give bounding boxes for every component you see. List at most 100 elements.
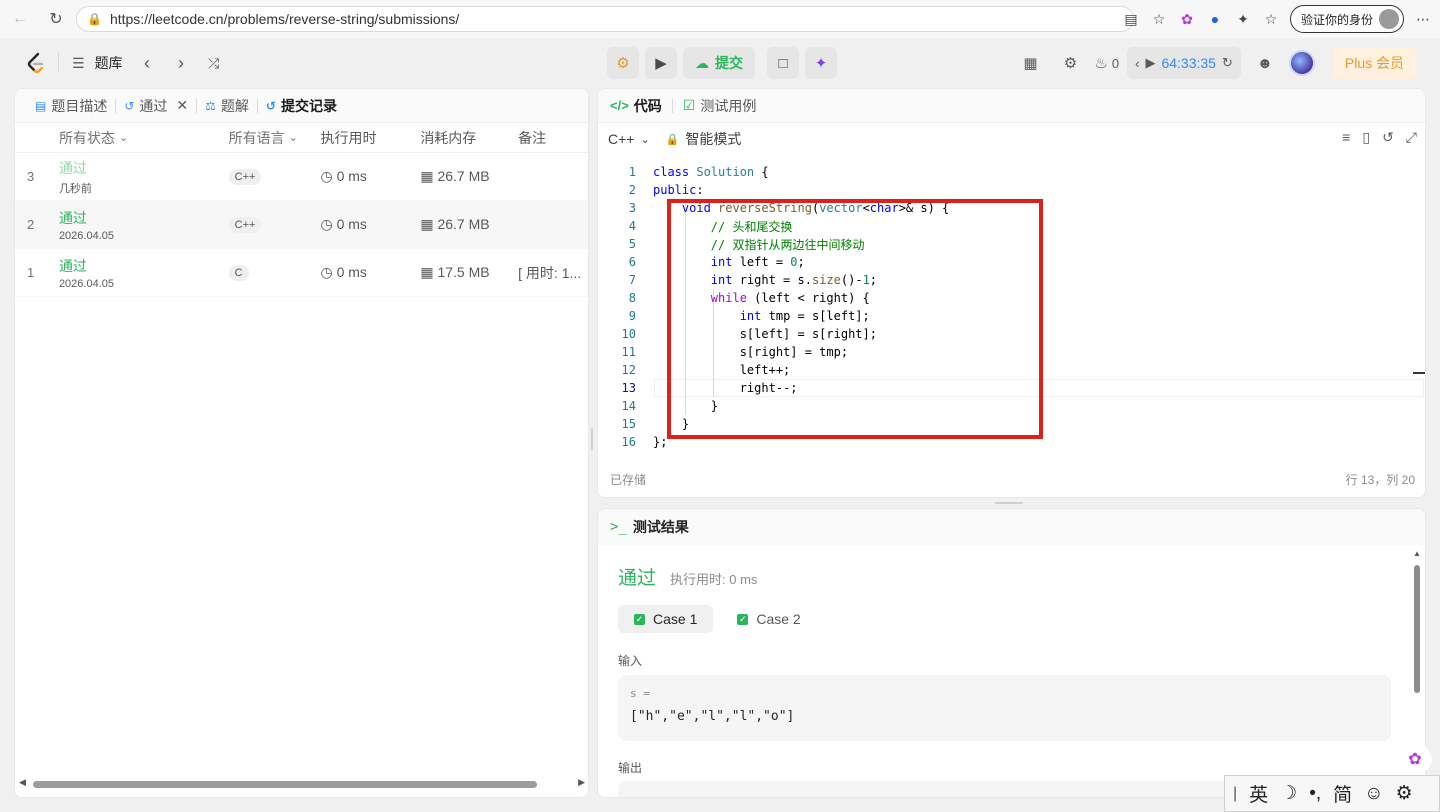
problem-bank-link[interactable]: ☰ 题库: [72, 53, 123, 73]
scroll-left-icon[interactable]: ◀: [19, 777, 26, 788]
table-row[interactable]: 1 通过 2026.04.05 C ◷ 0 ms ▦ 17.5 MB [ 用时:…: [15, 249, 588, 297]
prev-problem-icon[interactable]: ‹: [144, 53, 150, 73]
scrollbar-thumb[interactable]: [1414, 565, 1420, 693]
ime-drag-handle-icon[interactable]: |: [1233, 785, 1237, 803]
ai-assist-button[interactable]: ✦: [805, 47, 837, 79]
add-friend-icon[interactable]: ☻: [1249, 47, 1281, 79]
streak-counter[interactable]: ♨ 0: [1094, 47, 1119, 79]
scroll-up-icon[interactable]: ▲: [1413, 549, 1421, 558]
case-2-tab[interactable]: ✓ Case 2: [721, 605, 816, 633]
tab-passed[interactable]: ↺ 通过 ✕: [116, 89, 196, 123]
verify-identity-button[interactable]: 验证你的身份: [1289, 5, 1404, 33]
leetcode-logo-icon[interactable]: [25, 52, 47, 74]
layout-grid-icon[interactable]: ▦: [1014, 47, 1046, 79]
submissions-panel: ▤ 题目描述 ↺ 通过 ✕ ⚖ 题解 ↺ 提交记录 所有状态 ⌄ 所有语言 ⌄ …: [14, 88, 589, 798]
close-tab-icon[interactable]: ✕: [176, 97, 188, 114]
scrollbar-thumb[interactable]: [33, 781, 537, 788]
shuffle-icon[interactable]: ⤮: [208, 53, 219, 73]
messenger-extension-icon[interactable]: ●: [1206, 10, 1224, 28]
address-bar[interactable]: 🔒 https://leetcode.cn/problems/reverse-s…: [76, 6, 1134, 32]
row-index: 3: [27, 169, 35, 184]
line-number: 6: [628, 255, 636, 269]
brain-extension-icon[interactable]: ✿: [1178, 10, 1196, 28]
ime-language-toggle[interactable]: 英: [1249, 780, 1268, 807]
submit-label: 提交: [715, 55, 743, 71]
debug-button[interactable]: ⚙: [607, 47, 639, 79]
line-number: 4: [628, 219, 636, 233]
tab-code[interactable]: </> 代码: [610, 89, 662, 123]
tab-submissions[interactable]: ↺ 提交记录: [258, 89, 345, 123]
ime-script-toggle[interactable]: 简: [1333, 780, 1352, 807]
result-title: 测试结果: [632, 519, 689, 535]
status-filter[interactable]: 所有状态 ⌄: [59, 128, 229, 148]
tab-testcase-label: 测试用例: [700, 97, 757, 114]
format-lines-icon[interactable]: ≡: [1342, 129, 1350, 146]
result-header: >_ 测试结果: [598, 509, 1425, 545]
expand-icon[interactable]: ⤢: [1406, 129, 1417, 146]
status-text[interactable]: 通过: [59, 256, 229, 276]
case-1-tab[interactable]: ✓ Case 1: [618, 605, 714, 633]
case-1-label: Case 1: [653, 611, 698, 627]
emoji-icon[interactable]: ☺: [1364, 783, 1383, 805]
settings-gear-icon[interactable]: ⚙: [1054, 47, 1086, 79]
status-text[interactable]: 通过: [59, 208, 229, 228]
notes-button[interactable]: □: [767, 47, 799, 79]
runtime-value: 0 ms: [336, 168, 367, 184]
status-text[interactable]: 通过: [59, 158, 229, 178]
reload-icon[interactable]: ↻: [44, 7, 68, 31]
reader-icon[interactable]: ▤: [1122, 10, 1140, 28]
profile-avatar: [1379, 9, 1399, 29]
plus-membership-button[interactable]: Plus 会员: [1332, 47, 1416, 79]
row-memory: ▦ 17.5 MB: [420, 264, 518, 281]
row-index: 2: [27, 217, 35, 232]
input-box: s = ["h","e","l","l","o"]: [618, 675, 1391, 741]
list-indent-icon: ☰: [72, 54, 85, 71]
panel-resize-handle[interactable]: [995, 502, 1023, 504]
line-code: public:: [653, 183, 704, 197]
next-problem-icon[interactable]: ›: [178, 53, 184, 73]
smart-mode-toggle[interactable]: 🔒 智能模式: [666, 129, 742, 149]
code-tab-bar: </> 代码 ☑ 测试用例: [598, 89, 1425, 123]
timer-collapse-icon[interactable]: ‹: [1135, 56, 1139, 71]
editor-status-bar: 已存储 行 13，列 20: [598, 461, 1425, 497]
punctuation-icon[interactable]: •,: [1309, 783, 1321, 805]
floating-ai-brain-icon[interactable]: ✿: [1398, 744, 1432, 774]
memory-value: 26.7 MB: [437, 216, 490, 232]
chevron-down-icon: ⌄: [118, 132, 129, 144]
tab-solutions[interactable]: ⚖ 题解: [197, 89, 257, 123]
more-menu-icon[interactable]: ⋯: [1414, 10, 1432, 28]
status-filter-label: 所有状态: [58, 129, 115, 146]
bookmark-icon[interactable]: ▯: [1362, 129, 1370, 146]
favorites-list-icon[interactable]: ☆: [1262, 10, 1280, 28]
tab-description[interactable]: ▤ 题目描述: [27, 89, 115, 123]
timer-reset-icon[interactable]: ↻: [1222, 55, 1233, 71]
code-brackets-icon: </>: [610, 98, 629, 113]
back-icon[interactable]: ←: [8, 7, 32, 31]
table-row[interactable]: 3 通过 几秒前 C++ ◷ 0 ms ▦ 26.7 MB: [15, 153, 588, 201]
header-right-tools: ▦ ⚙ ♨ 0 ‹ ▶ 64:33:35 ↻ ☻ Plus 会员: [1014, 47, 1416, 79]
language-filter[interactable]: 所有语言 ⌄: [229, 128, 321, 148]
panel-resize-handle[interactable]: [591, 428, 593, 450]
timer-value: 64:33:35: [1161, 55, 1216, 71]
status-time: 2026.04.05: [58, 277, 114, 290]
submit-button[interactable]: ☁ 提交: [683, 47, 755, 79]
horizontal-scrollbar[interactable]: ◀ ▶: [19, 777, 585, 789]
note-icon: □: [778, 54, 788, 72]
table-row[interactable]: 2 通过 2026.04.05 C++ ◷ 0 ms ▦ 26.7 MB: [15, 201, 588, 249]
saved-status: 已存储: [610, 472, 647, 487]
language-selector[interactable]: C++ ⌄: [608, 131, 650, 147]
moon-icon[interactable]: ☽: [1280, 782, 1297, 805]
scroll-right-icon[interactable]: ▶: [578, 777, 585, 788]
user-avatar[interactable]: [1288, 50, 1315, 76]
code-toolbar: C++ ⌄ 🔒 智能模式 ≡ ▯ ↺ ⤢: [598, 123, 1425, 155]
sparkle-icon: ✦: [814, 55, 828, 72]
ime-settings-gear-icon[interactable]: ⚙: [1396, 782, 1413, 805]
undo-reset-icon[interactable]: ↺: [1382, 129, 1394, 146]
tab-testcase[interactable]: ☑ 测试用例: [683, 89, 757, 123]
extensions-puzzle-icon[interactable]: ✦: [1234, 10, 1252, 28]
favorite-star-icon[interactable]: ☆: [1150, 10, 1168, 28]
timer-play-icon[interactable]: ▶: [1145, 55, 1155, 71]
row-language: C++: [228, 216, 321, 233]
run-button[interactable]: ▶: [645, 47, 677, 79]
tab-submissions-label: 提交记录: [280, 97, 337, 114]
